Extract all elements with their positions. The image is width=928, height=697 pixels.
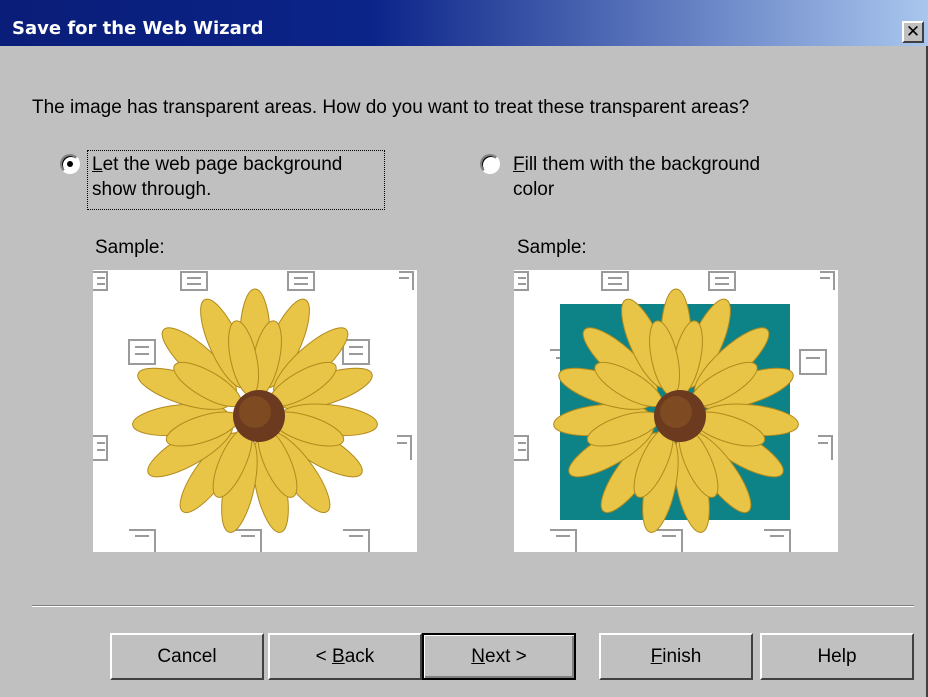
mnemonic-l: L	[92, 154, 103, 175]
cancel-button[interactable]: Cancel	[110, 633, 264, 680]
finish-button[interactable]: Finish	[599, 633, 753, 680]
option-fill-background-label[interactable]: Fill them with the background color	[513, 152, 760, 202]
back-button[interactable]: < Back	[268, 633, 422, 680]
help-button[interactable]: Help	[760, 633, 914, 680]
option-show-through-label[interactable]: Let the web page background show through…	[92, 152, 342, 202]
mnemonic-f: F	[513, 154, 525, 175]
sample-preview-graphic	[514, 271, 835, 552]
next-button[interactable]: Next >	[422, 633, 576, 680]
close-icon: ✕	[905, 21, 921, 42]
wizard-dialog: Save for the Web Wizard ✕ The image has …	[0, 0, 928, 697]
sample-label-right: Sample:	[517, 237, 587, 258]
title-bar[interactable]: Save for the Web Wizard ✕	[0, 0, 928, 46]
sample-image-filled	[514, 270, 838, 552]
prompt-text: The image has transparent areas. How do …	[32, 97, 750, 118]
sample-image-transparent	[93, 270, 417, 552]
radio-selected-dot	[67, 161, 73, 167]
sample-preview-graphic	[93, 271, 414, 552]
sample-label-left: Sample:	[95, 237, 165, 258]
radio-show-through[interactable]	[60, 154, 80, 174]
radio-fill-background[interactable]	[480, 154, 500, 174]
close-button[interactable]: ✕	[902, 21, 924, 43]
flower-graphic	[132, 288, 378, 533]
window-title: Save for the Web Wizard	[12, 18, 264, 39]
separator-line	[32, 605, 914, 607]
